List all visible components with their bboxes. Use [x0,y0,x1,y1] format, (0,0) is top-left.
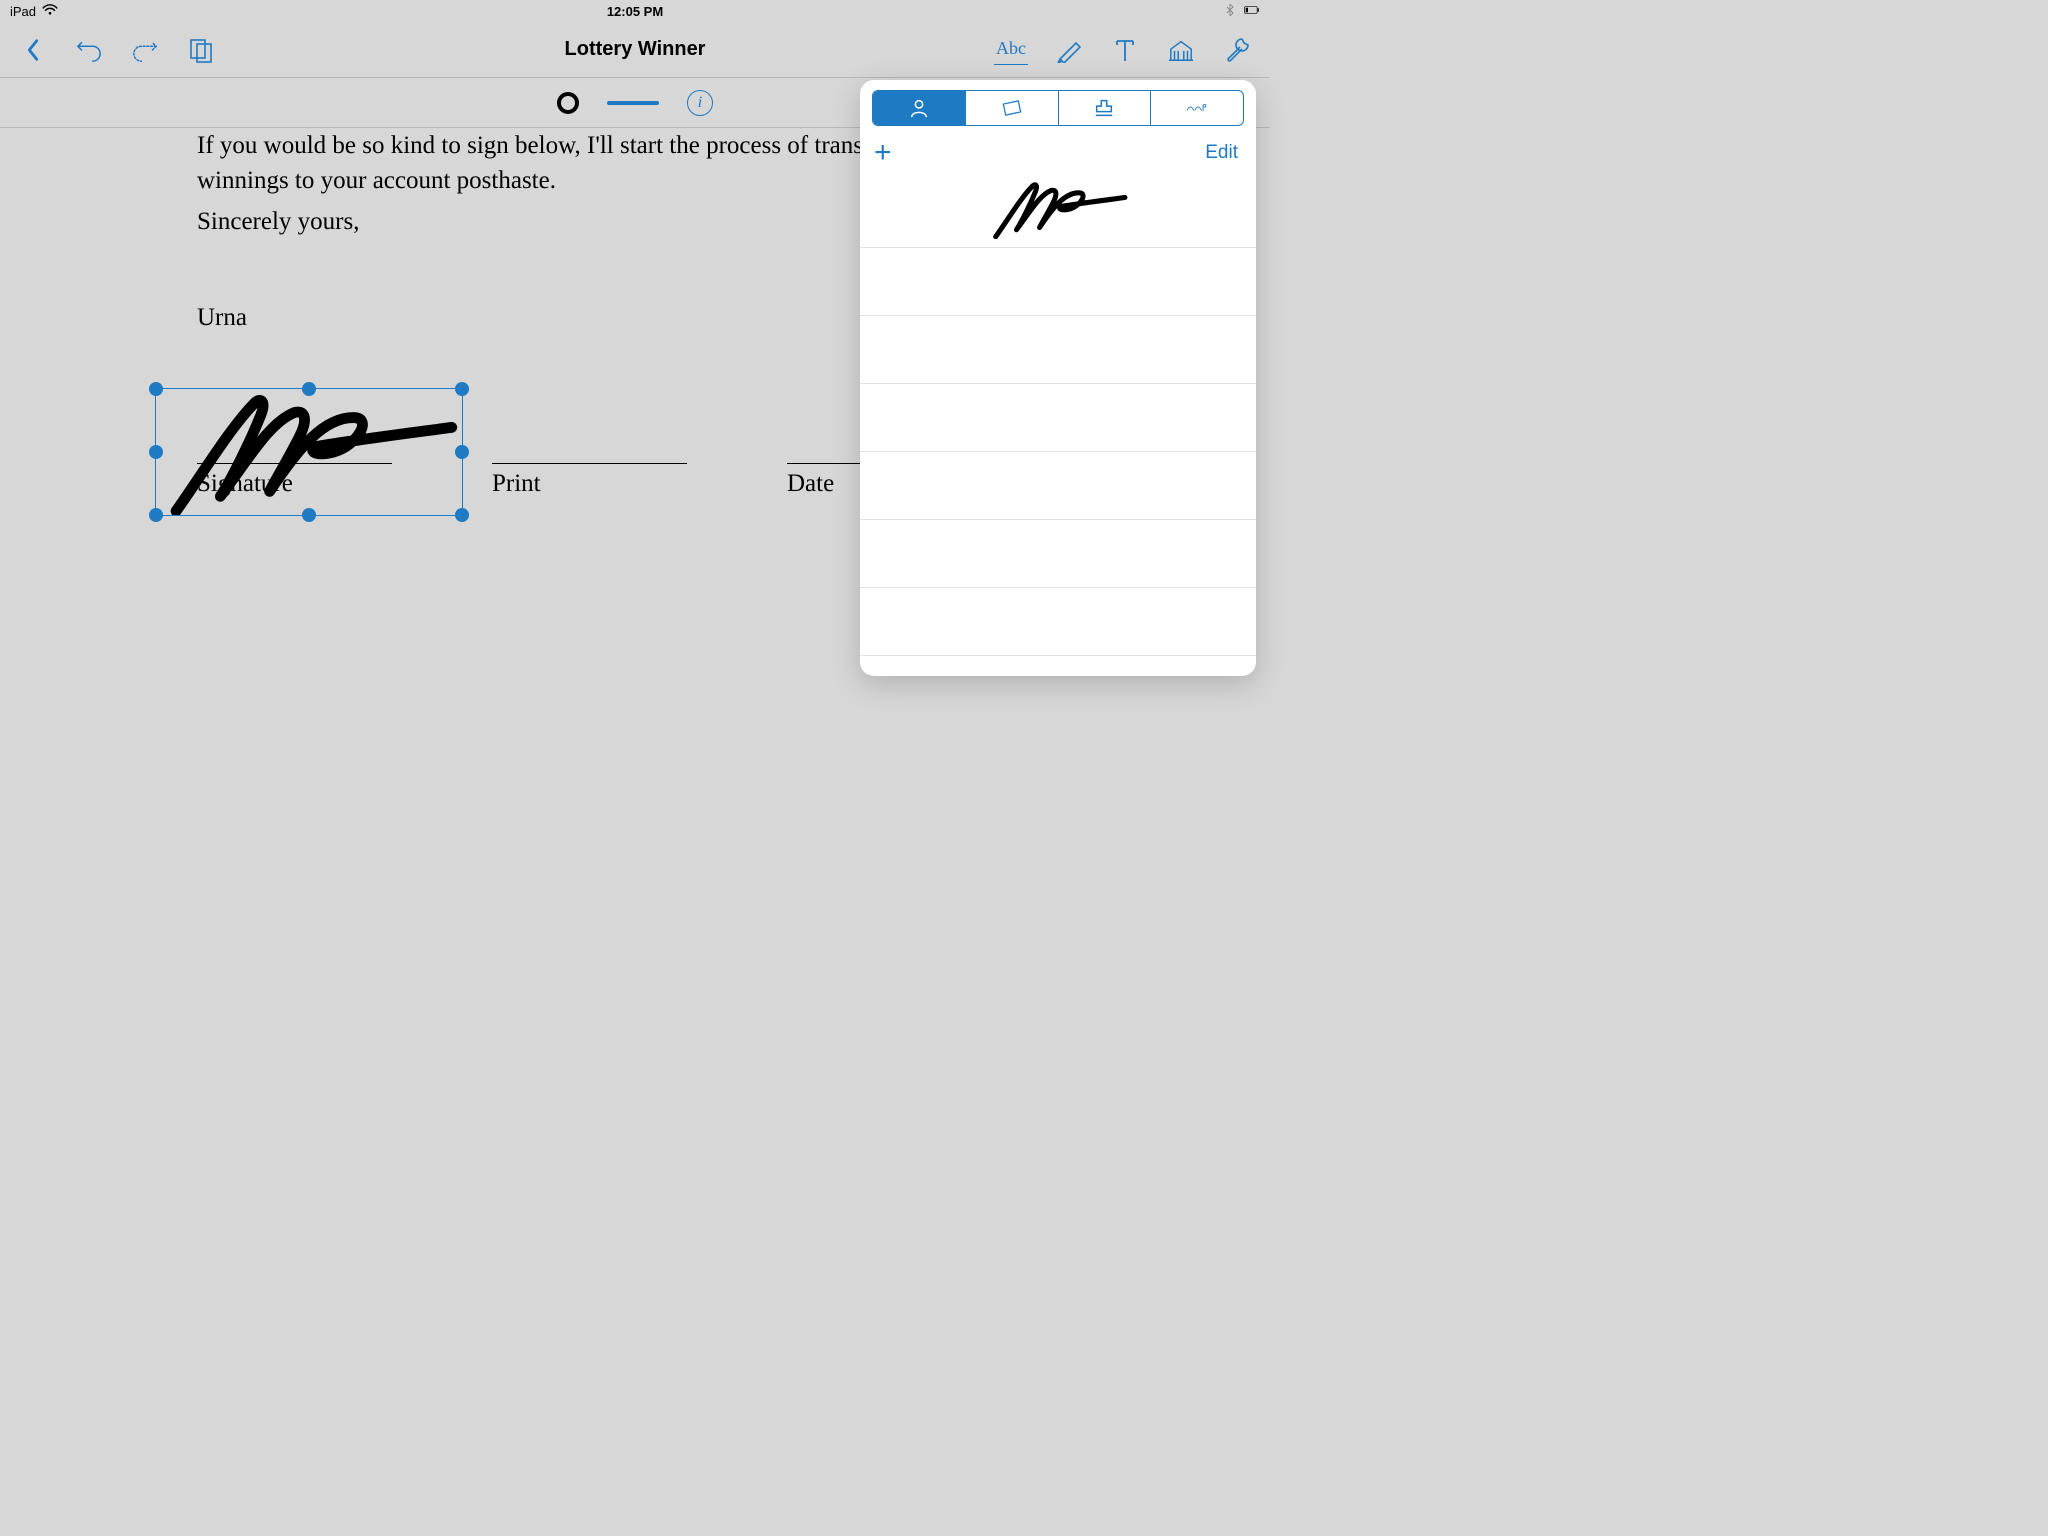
signature-list-empty-row [860,520,1256,588]
resize-handle-tl[interactable] [149,382,163,396]
stroke-width-picker[interactable] [607,101,659,105]
signature-thumbnail [978,179,1138,244]
abc-label: Abc [996,38,1026,59]
signature-list-empty-row [860,384,1256,452]
signature-list [860,176,1256,656]
edit-signatures-button[interactable]: Edit [1205,142,1238,164]
undo-button[interactable] [74,35,104,65]
pen-tool-button[interactable] [1054,35,1084,65]
main-toolbar: Lottery Winner Abc [0,22,1270,78]
signature-list-empty-row [860,316,1256,384]
status-left: iPad [10,4,58,19]
closing-line: Sincerely yours, [197,208,359,236]
info-button[interactable]: i [687,90,713,116]
signature-list-empty-row [860,248,1256,316]
resize-handle-mr[interactable] [455,445,469,459]
segment-image[interactable] [966,91,1059,125]
resize-handle-tr[interactable] [455,382,469,396]
resize-handle-br[interactable] [455,508,469,522]
body-paragraph: If you would be so kind to sign below, I… [197,128,887,198]
device-label: iPad [10,4,36,19]
resize-handle-bm[interactable] [302,508,316,522]
text-tool-button[interactable] [1110,35,1140,65]
placed-signature[interactable] [155,388,463,516]
bluetooth-icon [1222,4,1238,19]
status-right [1222,4,1260,19]
resize-handle-tm[interactable] [302,382,316,396]
signature-list-empty-row [860,588,1256,656]
stamp-category-segmented[interactable] [872,90,1244,126]
resize-handle-ml[interactable] [149,445,163,459]
resize-handle-bl[interactable] [149,508,163,522]
print-field: Print [492,463,687,498]
paragraph-line-1: If you would be so kind to sign below, I… [197,132,882,159]
status-time: 12:05 PM [607,4,663,19]
popover-action-row: + Edit [860,134,1256,176]
stroke-color-picker[interactable] [557,92,579,114]
selection-box[interactable] [155,388,463,516]
signature-list-empty-row [860,452,1256,520]
status-bar: iPad 12:05 PM [0,0,1270,22]
print-line [492,463,687,464]
library-tool-button[interactable] [1166,35,1196,65]
battery-icon [1244,4,1260,19]
back-button[interactable] [18,35,48,65]
wifi-icon [42,4,58,19]
document-title: Lottery Winner [565,38,706,61]
sender-name: Urna [197,304,247,332]
paragraph-line-2: winnings to your account posthaste. [197,167,556,194]
signature-list-item[interactable] [860,176,1256,248]
abc-tool-button[interactable]: Abc [994,35,1028,65]
redo-button[interactable] [130,35,160,65]
page-copy-button[interactable] [186,35,216,65]
segment-signature[interactable] [873,91,966,125]
wrench-tool-button[interactable] [1222,35,1252,65]
segment-initials[interactable] [1151,91,1243,125]
stamps-popover: + Edit [860,80,1256,676]
segment-stamp[interactable] [1059,91,1152,125]
print-label: Print [492,470,687,498]
add-signature-button[interactable]: + [874,138,892,168]
